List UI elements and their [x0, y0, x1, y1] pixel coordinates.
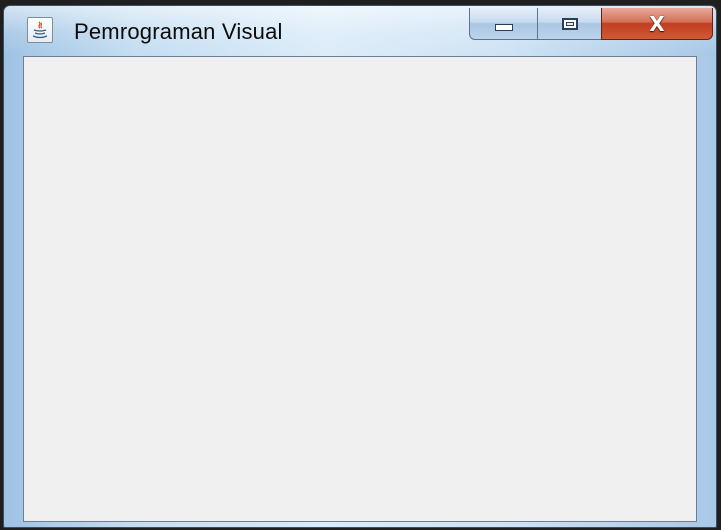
maximize-button[interactable]	[537, 8, 601, 40]
content-panel	[23, 56, 697, 522]
maximize-icon	[561, 17, 578, 30]
window-controls: X	[469, 8, 713, 40]
minimize-icon	[494, 24, 513, 31]
app-window: Pemrograman Visual X	[3, 5, 717, 528]
window-title: Pemrograman Visual	[74, 19, 283, 44]
java-coffee-icon[interactable]	[27, 17, 53, 43]
close-icon: X	[649, 11, 665, 36]
title-bar[interactable]: Pemrograman Visual X	[4, 6, 716, 56]
minimize-button[interactable]	[469, 8, 537, 40]
close-button[interactable]: X	[601, 8, 713, 40]
